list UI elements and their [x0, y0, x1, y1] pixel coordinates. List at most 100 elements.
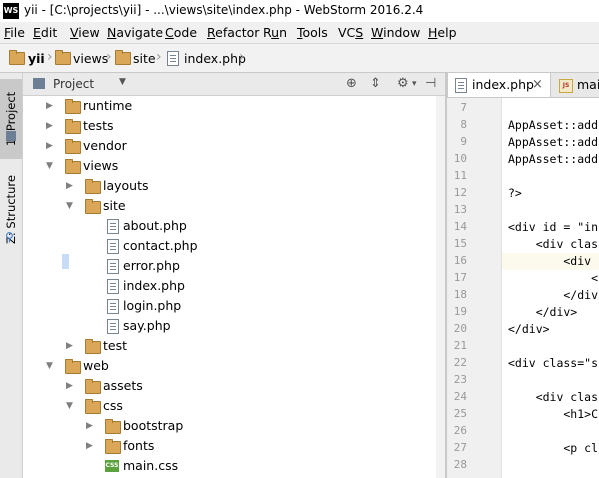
- menu-edit[interactable]: Edit: [33, 25, 57, 40]
- collapse-arrow-icon[interactable]: ▶: [46, 136, 58, 156]
- expand-arrow-icon[interactable]: ▼: [46, 356, 58, 376]
- menu-help[interactable]: Help: [428, 25, 457, 40]
- tab-main[interactable]: JS main: [551, 73, 599, 97]
- breadcrumb-item-index-php[interactable]: index.php: [184, 51, 246, 66]
- tab-index-php[interactable]: index.php ×: [447, 73, 551, 97]
- tree-item-login-php[interactable]: login.php: [23, 296, 436, 316]
- tree-item-fonts[interactable]: ▶ fonts: [23, 436, 436, 456]
- tree-item-views[interactable]: ▼ views: [23, 156, 436, 176]
- expand-arrow-icon[interactable]: ▼: [66, 396, 78, 416]
- tree-item-label: fonts: [123, 438, 155, 453]
- code-line[interactable]: </div>: [508, 322, 550, 336]
- tree-item-label: login.php: [123, 298, 182, 313]
- tree-item-label: css: [103, 398, 123, 413]
- project-view-selector[interactable]: Project: [53, 77, 94, 91]
- tree-item-layouts[interactable]: ▶ layouts: [23, 176, 436, 196]
- code-line[interactable]: ?>: [508, 186, 522, 200]
- folder-icon: [85, 379, 101, 394]
- tree-item-tests[interactable]: ▶ tests: [23, 116, 436, 136]
- menu-code[interactable]: Code: [165, 25, 197, 40]
- folder-icon: [9, 50, 25, 65]
- code-line[interactable]: AppAsset::add: [508, 118, 598, 132]
- code-line[interactable]: <: [508, 271, 598, 285]
- menu-file[interactable]: File: [4, 25, 25, 40]
- tree-item-assets[interactable]: ▶ assets: [23, 376, 436, 396]
- breadcrumb-item-views[interactable]: views: [73, 51, 108, 66]
- tree-item-runtime[interactable]: ▶ runtime: [23, 96, 436, 116]
- code-line[interactable]: <div class="s: [508, 356, 598, 370]
- collapse-arrow-icon[interactable]: ▶: [86, 436, 98, 456]
- tree-item-index-php[interactable]: index.php: [23, 276, 436, 296]
- tree-item-label: layouts: [103, 178, 149, 193]
- tree-item-label: say.php: [123, 318, 171, 333]
- collapse-arrow-icon[interactable]: ▶: [46, 96, 58, 116]
- expand-arrow-icon[interactable]: ▼: [46, 156, 58, 176]
- menu-navigate[interactable]: Navigate: [107, 25, 163, 40]
- tree-item-test[interactable]: ▶ test: [23, 336, 436, 356]
- folder-icon: [65, 99, 81, 114]
- code-line[interactable]: <div clas: [508, 237, 598, 251]
- code-line[interactable]: <div clas: [508, 390, 598, 404]
- folder-icon: [65, 139, 81, 154]
- code-line[interactable]: <h1>C: [508, 407, 598, 421]
- close-icon[interactable]: ×: [532, 73, 543, 97]
- code-line[interactable]: </div>: [508, 305, 578, 319]
- line-number: 20: [453, 322, 467, 335]
- chevron-down-icon[interactable]: ▾: [412, 79, 417, 89]
- tree-item-label: contact.php: [123, 238, 198, 253]
- menu-tools[interactable]: Tools: [297, 25, 328, 40]
- window-title: yii - [C:\projects\yii] - ...\views\site…: [24, 3, 424, 17]
- gear-icon[interactable]: ⚙: [397, 76, 409, 91]
- collapse-icon[interactable]: ⇕: [370, 76, 381, 91]
- chevron-down-icon[interactable]: ▼: [119, 77, 126, 87]
- code-line[interactable]: <div: [508, 254, 598, 268]
- line-number: 28: [453, 458, 467, 471]
- menu-run[interactable]: Run: [263, 25, 287, 40]
- tree-item-css[interactable]: ▼ css: [23, 396, 436, 416]
- breadcrumb-item-yii[interactable]: yii: [28, 51, 45, 66]
- collapse-arrow-icon[interactable]: ▶: [46, 116, 58, 136]
- breadcrumb-item-site[interactable]: site: [133, 51, 156, 66]
- tree-item-site[interactable]: ▼ site: [23, 196, 436, 216]
- menu-view[interactable]: View: [70, 25, 100, 40]
- code-editor[interactable]: AppAsset::add AppAsset::add AppAsset::add?…: [502, 98, 599, 478]
- target-icon[interactable]: ⊕: [346, 76, 357, 91]
- tree-item-label: site: [103, 198, 126, 213]
- tree-item-contact-php[interactable]: contact.php: [23, 236, 436, 256]
- tree-item-bootstrap[interactable]: ▶ bootstrap: [23, 416, 436, 436]
- code-line[interactable]: <p cl: [508, 441, 598, 455]
- project-tree: ▶ runtime ▶ tests ▶ vendor ▼ views ▶ layouts ▼ site…: [23, 96, 436, 478]
- code-line[interactable]: AppAsset::add: [508, 135, 598, 149]
- line-number: 14: [453, 220, 467, 233]
- folder-icon: [65, 159, 81, 174]
- tree-item-say-php[interactable]: say.php: [23, 316, 436, 336]
- collapse-arrow-icon[interactable]: ▶: [66, 176, 78, 196]
- menu-vcs[interactable]: VCS: [338, 25, 363, 40]
- code-line[interactable]: </div: [508, 288, 598, 302]
- tool-window-project-tab[interactable]: 1: Project: [0, 79, 22, 159]
- expand-arrow-icon[interactable]: ▼: [66, 196, 78, 216]
- css-file-icon: CSS: [105, 460, 119, 472]
- folder-icon: [85, 199, 101, 214]
- folder-icon: [85, 179, 101, 194]
- code-line[interactable]: <div id = "in: [508, 220, 598, 234]
- tree-item-about-php[interactable]: about.php: [23, 216, 436, 236]
- tree-scrollbar[interactable]: [436, 96, 445, 478]
- collapse-arrow-icon[interactable]: ▶: [66, 376, 78, 396]
- menu-refactor[interactable]: Refactor: [207, 25, 259, 40]
- hide-icon[interactable]: ⊣: [425, 76, 436, 91]
- menu-window[interactable]: Window: [371, 25, 420, 40]
- collapse-arrow-icon[interactable]: ▶: [86, 416, 98, 436]
- tree-item-web[interactable]: ▼ web: [23, 356, 436, 376]
- tree-item-error-php[interactable]: error.php: [23, 256, 436, 276]
- tree-item-main-css[interactable]: CSS main.css: [23, 456, 436, 476]
- line-number: 24: [453, 390, 467, 403]
- code-line[interactable]: AppAsset::add: [508, 152, 598, 166]
- tree-item-label: about.php: [123, 218, 187, 233]
- php-file-icon: [107, 319, 119, 334]
- project-panel-header: Project ▼ ⊕ ⇕ ⚙ ▾ ⊣: [23, 73, 445, 96]
- folder-icon: [65, 359, 81, 374]
- collapse-arrow-icon[interactable]: ▶: [66, 336, 78, 356]
- line-number: 7: [460, 101, 467, 114]
- tree-item-vendor[interactable]: ▶ vendor: [23, 136, 436, 156]
